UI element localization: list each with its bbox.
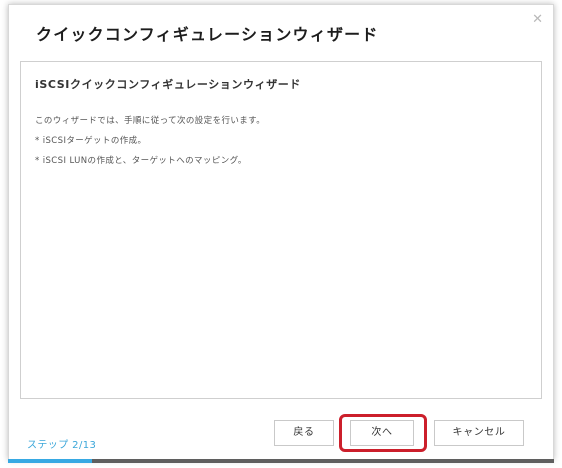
content-heading: iSCSIクイックコンフィギュレーションウィザード	[35, 78, 301, 91]
wizard-progress-fill	[8, 459, 93, 463]
close-icon[interactable]: ✕	[532, 13, 543, 26]
wizard-progress-bar	[8, 459, 554, 463]
next-button[interactable]: 次へ	[350, 420, 414, 446]
dialog-title: クイックコンフィギュレーションウィザード	[36, 25, 379, 44]
dialog-title-bar: クイックコンフィギュレーションウィザード ✕	[9, 5, 553, 60]
wizard-dialog: クイックコンフィギュレーションウィザード ✕ iSCSIクイックコンフィギュレー…	[8, 4, 554, 460]
content-bullet-target: * iSCSIターゲットの作成。	[35, 136, 147, 146]
cancel-button[interactable]: キャンセル	[434, 420, 524, 446]
wizard-content-panel: iSCSIクイックコンフィギュレーションウィザード このウィザードでは、手順に従…	[20, 61, 542, 399]
step-indicator: ステップ 2/13	[27, 440, 97, 451]
content-bullet-lun: * iSCSI LUNの作成と、ターゲットへのマッピング。	[35, 156, 247, 166]
page: クイックコンフィギュレーションウィザード ✕ iSCSIクイックコンフィギュレー…	[0, 0, 562, 468]
content-description: このウィザードでは、手順に従って次の設定を行います。	[35, 116, 266, 126]
back-button[interactable]: 戻る	[274, 420, 334, 446]
